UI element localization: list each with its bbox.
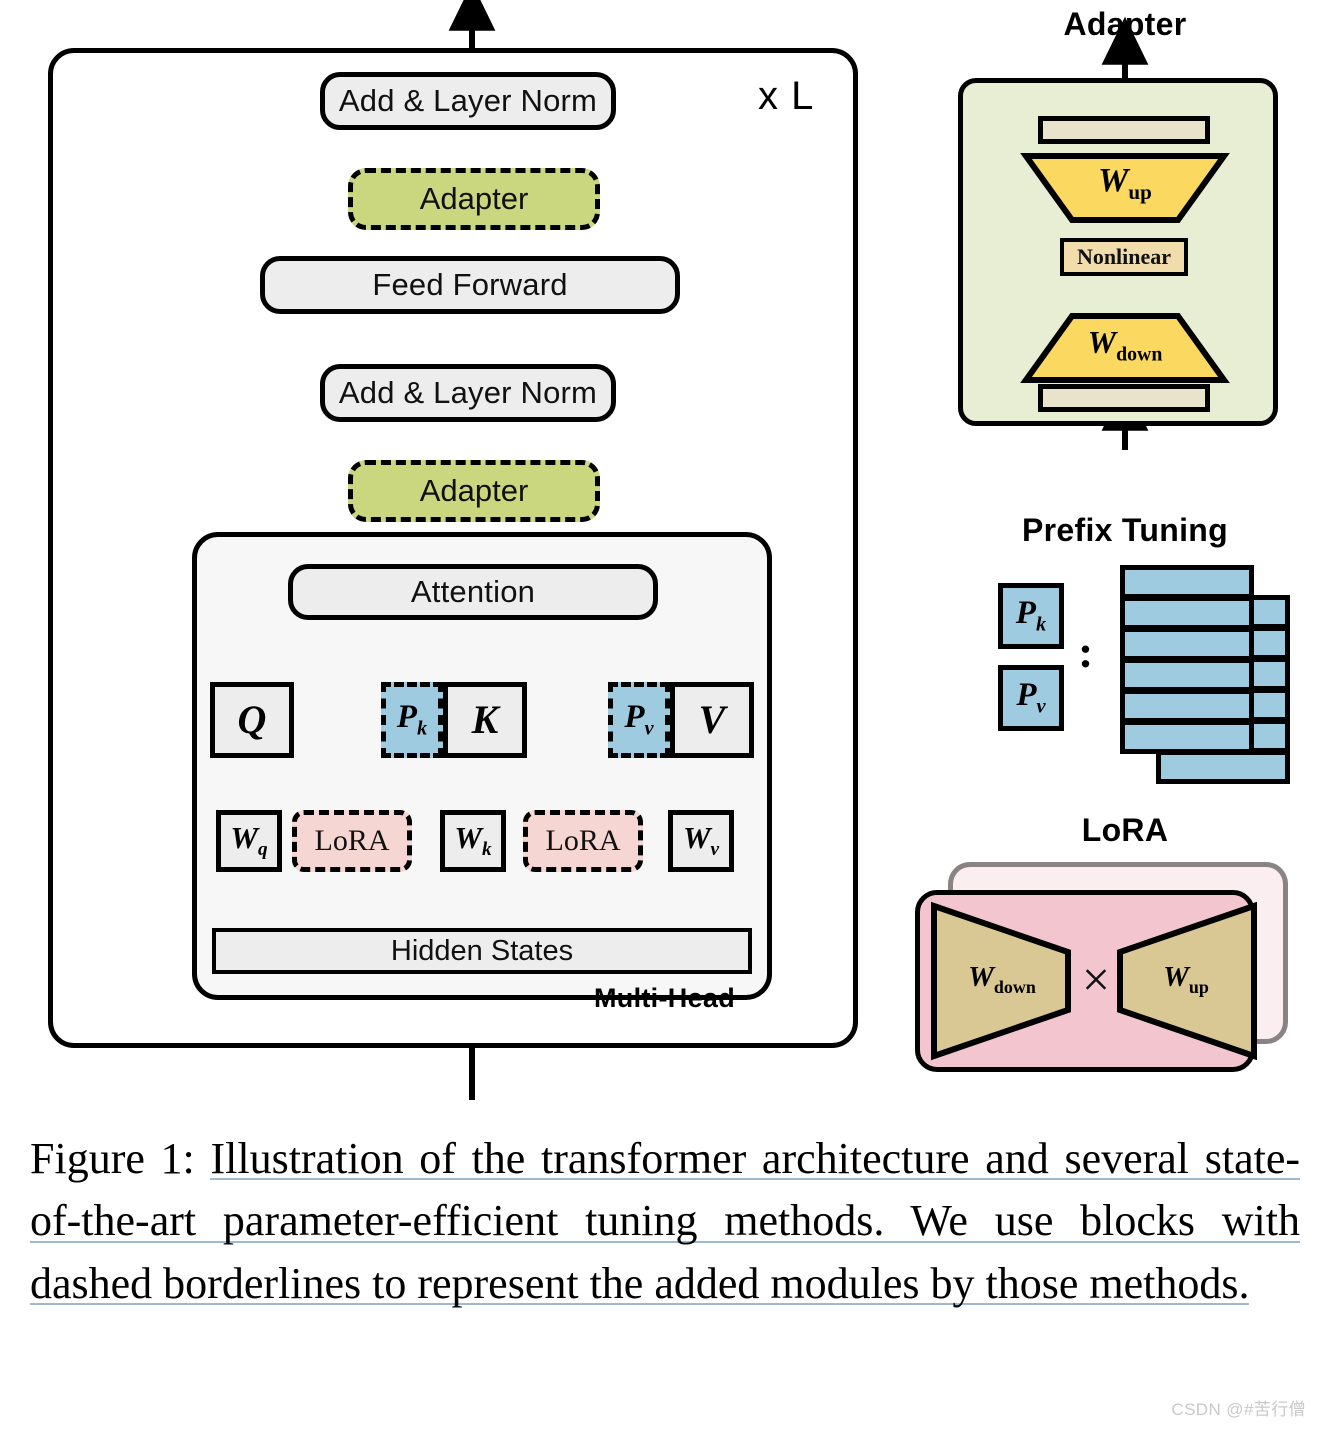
add-layer-norm-top-block: Add & Layer Norm (320, 72, 616, 130)
adapter-w-down-label: Wdown (1087, 324, 1163, 366)
add-layer-norm-top-label: Add & Layer Norm (338, 83, 598, 118)
adapter-output-bar (1038, 116, 1210, 144)
prefix-stack-row (1120, 720, 1254, 754)
figure-region: x L Add & Layer Norm Adapter Feed Forwar… (0, 0, 1324, 1110)
prefix-stack-row (1120, 627, 1254, 661)
prefix-pk-box: Pk (381, 682, 443, 758)
adapter-attention-label: Adapter (419, 473, 529, 508)
adapter-w-up-label: Wup (1098, 162, 1152, 204)
adapter-nonlinear-label: Nonlinear (1076, 244, 1172, 269)
wv-label: Wv (682, 820, 720, 861)
lora-panel-title: LoRA (1081, 812, 1169, 848)
attention-block: Attention (288, 564, 658, 620)
prefix-stack-row (1120, 658, 1254, 692)
adapter-nonlinear-box: Nonlinear (1060, 238, 1188, 276)
lora-q-box: LoRA (292, 810, 412, 872)
k-box: K (443, 682, 527, 758)
feed-forward-block: Feed Forward (260, 256, 680, 314)
layer-repeat-label: x L (758, 74, 815, 118)
q-label: Q (237, 697, 267, 742)
prefix-panel-pk-label: Pk (1015, 594, 1047, 636)
v-label: V (698, 697, 726, 742)
q-box: Q (210, 682, 294, 758)
lora-w-up-label: Wup (1163, 961, 1209, 997)
v-box: V (670, 682, 754, 758)
wk-box: Wk (440, 810, 506, 872)
lora-w-down-label: Wdown (968, 961, 1036, 997)
adapter-input-bar (1038, 384, 1210, 412)
k-label: K (471, 697, 499, 742)
prefix-pv-box: Pv (608, 682, 670, 758)
adapter-attention-block: Adapter (348, 460, 600, 522)
figure-caption: Figure 1: Illustration of the transforme… (30, 1128, 1301, 1315)
hidden-states-label: Hidden States (390, 934, 574, 967)
multi-head-label: Multi-Head (594, 983, 735, 1013)
prefix-stack-row (1120, 596, 1254, 630)
wq-box: Wq (216, 810, 282, 872)
adapter-ffn-block: Adapter (348, 168, 600, 230)
add-layer-norm-bottom-block: Add & Layer Norm (320, 364, 616, 422)
prefix-pk-label: Pk (396, 698, 428, 740)
wv-box: Wv (668, 810, 734, 872)
caption-text: Illustration of the transformer architec… (30, 1134, 1301, 1308)
wk-label: Wk (454, 820, 492, 861)
add-layer-norm-bottom-label: Add & Layer Norm (338, 375, 598, 410)
prefix-stack-row (1120, 689, 1254, 723)
lora-k-box: LoRA (523, 810, 643, 872)
attention-label: Attention (410, 574, 536, 609)
hidden-states-block: Hidden States (212, 928, 752, 974)
prefix-stack-row (1120, 565, 1254, 599)
watermark: CSDN @#苦行僧 (1171, 1400, 1306, 1419)
lora-k-label: LoRA (545, 824, 621, 857)
prefix-panel-pv-box: Pv (998, 665, 1064, 731)
adapter-ffn-label: Adapter (419, 181, 529, 216)
wq-label: Wq (230, 820, 268, 861)
lora-q-label: LoRA (314, 824, 390, 857)
prefix-stack-front (1120, 565, 1254, 765)
prefix-panel-title: Prefix Tuning (1022, 512, 1228, 548)
caption-prefix: Figure 1: (30, 1134, 195, 1183)
feed-forward-label: Feed Forward (372, 267, 568, 302)
prefix-separator: : (1078, 626, 1094, 677)
prefix-pv-label: Pv (624, 698, 654, 740)
figure-caption-region: Figure 1: Illustration of the transforme… (30, 1128, 1301, 1315)
prefix-panel-pv-label: Pv (1016, 676, 1046, 718)
prefix-panel-pk-box: Pk (998, 583, 1064, 649)
